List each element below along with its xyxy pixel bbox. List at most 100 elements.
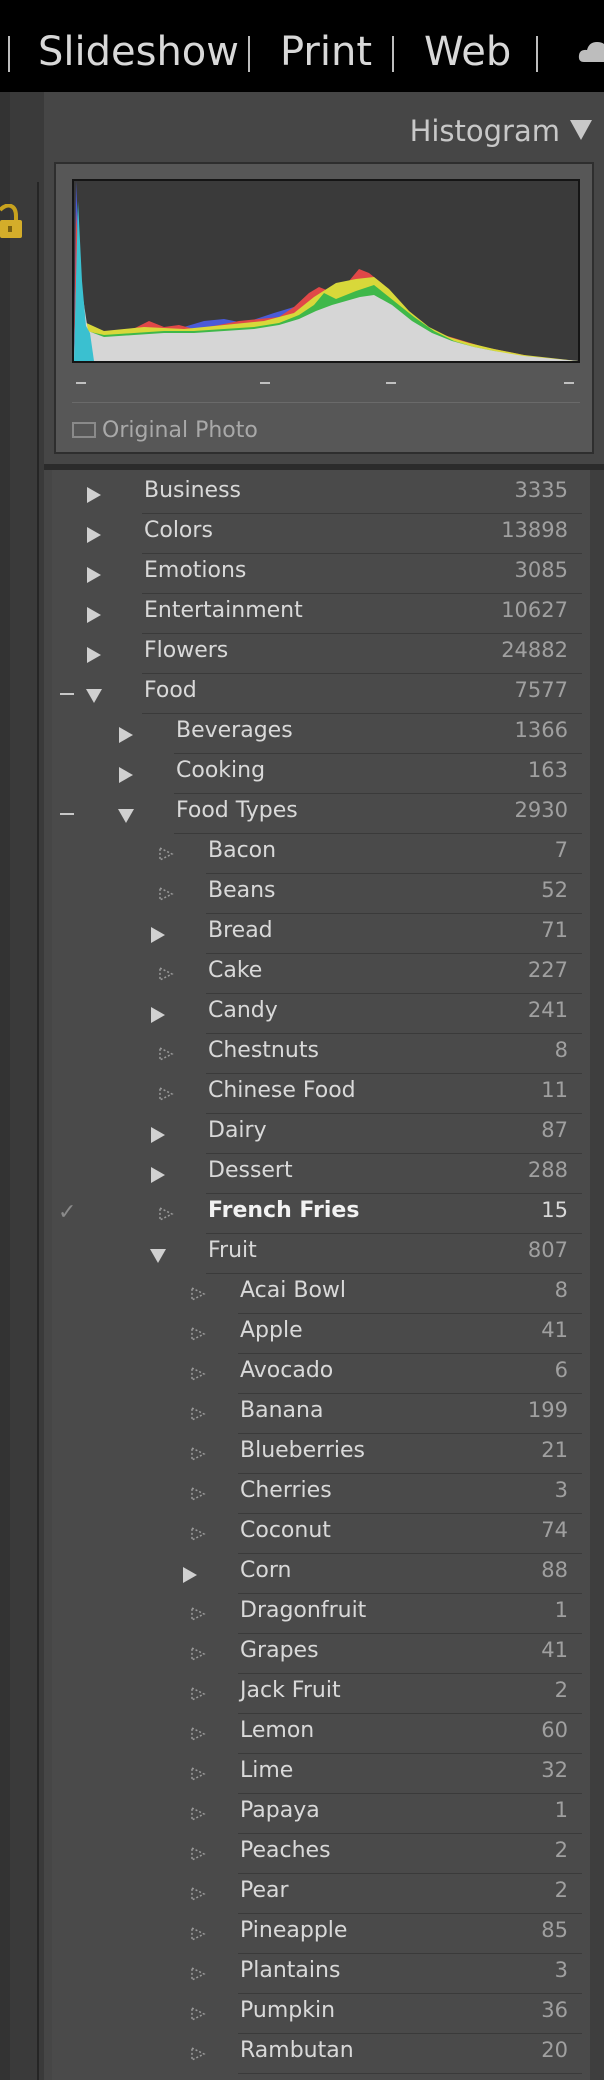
keyword-row[interactable]: Pumpkin 36 [52, 1994, 582, 2034]
module-web[interactable]: Web [424, 26, 511, 78]
disclosure-triangle-expanded-icon[interactable] [150, 1249, 166, 1263]
keyword-row[interactable]: Pear 2 [52, 1874, 582, 1914]
keyword-label: Corn [240, 1558, 292, 1583]
keyword-count: 60 [541, 1718, 568, 1742]
keyword-count: 7 [554, 838, 568, 862]
keyword-row[interactable]: Pineapple 85 [52, 1914, 582, 1954]
keyword-row[interactable]: Food 7577 [52, 674, 582, 714]
keyword-row[interactable]: Dragonfruit 1 [52, 1594, 582, 1634]
keyword-row[interactable]: Cake 227 [52, 954, 582, 994]
partial-selection-icon[interactable] [60, 693, 74, 695]
keyword-row[interactable]: Flowers 24882 [52, 634, 582, 674]
keyword-row[interactable]: Chinese Food 11 [52, 1074, 582, 1114]
keyword-row[interactable]: Rambutan 20 [52, 2034, 582, 2074]
disclosure-triangle-collapsed-icon[interactable] [151, 1127, 165, 1143]
disclosure-triangle-collapsed-icon[interactable] [119, 767, 133, 783]
disclosure-triangle-collapsed-icon[interactable] [151, 1007, 165, 1023]
keyword-row[interactable]: Cherries 3 [52, 1474, 582, 1514]
keyword-row[interactable]: Bread 71 [52, 914, 582, 954]
module-divider [392, 36, 394, 72]
original-photo-toggle[interactable]: Original Photo [72, 414, 258, 446]
partial-selection-icon[interactable] [60, 813, 74, 815]
keyword-count: 1 [554, 1598, 568, 1622]
disclosure-triangle-collapsed-icon[interactable] [87, 647, 101, 663]
disclosure-triangle-expanded-icon[interactable] [118, 809, 134, 823]
keyword-row[interactable]: Chestnuts 8 [52, 1034, 582, 1074]
keyword-row[interactable]: Corn 88 [52, 1554, 582, 1594]
keyword-row[interactable]: Bacon 7 [52, 834, 582, 874]
keyword-row[interactable]: Papaya 1 [52, 1794, 582, 1834]
disclosure-triangle-collapsed-icon[interactable] [87, 487, 101, 503]
original-photo-label: Original Photo [102, 417, 258, 443]
keyword-row[interactable]: Grapes 41 [52, 1634, 582, 1674]
leaf-triangle-icon [191, 1526, 206, 1542]
disclosure-triangle-collapsed-icon[interactable] [87, 607, 101, 623]
keyword-row[interactable]: Business 3335 [52, 474, 582, 514]
keyword-row[interactable]: Lemon 60 [52, 1714, 582, 1754]
leaf-triangle-icon [191, 1366, 206, 1382]
scrollbar-track[interactable] [590, 470, 604, 2080]
leaf-triangle-icon [191, 1966, 206, 1982]
disclosure-triangle-expanded-icon[interactable] [86, 689, 102, 703]
keyword-row[interactable]: Entertainment 10627 [52, 594, 582, 634]
leaf-triangle-icon [159, 846, 174, 862]
disclosure-triangle-collapsed-icon[interactable] [87, 527, 101, 543]
cloud-icon[interactable] [578, 40, 604, 64]
module-divider [248, 36, 250, 72]
leaf-triangle-icon [159, 886, 174, 902]
keyword-row[interactable]: Apple 41 [52, 1314, 582, 1354]
keyword-row[interactable]: Cooking 163 [52, 754, 582, 794]
keyword-row[interactable]: Jack Fruit 2 [52, 1674, 582, 1714]
histogram-title[interactable]: Histogram [410, 114, 560, 148]
disclosure-triangle-collapsed-icon[interactable] [87, 567, 101, 583]
keyword-count: 6 [554, 1358, 568, 1382]
keyword-row[interactable]: Acai Bowl 8 [52, 1274, 582, 1314]
keyword-row[interactable]: Candy 241 [52, 994, 582, 1034]
keyword-row[interactable]: Coconut 74 [52, 1514, 582, 1554]
keyword-row[interactable]: Peaches 2 [52, 1834, 582, 1874]
keyword-row[interactable]: Banana 199 [52, 1394, 582, 1434]
lock-icon[interactable] [0, 204, 22, 240]
row-divider [238, 2073, 582, 2074]
module-print[interactable]: Print [280, 26, 372, 78]
keyword-count: 199 [527, 1398, 568, 1422]
keyword-row[interactable]: Fruit 807 [52, 1234, 582, 1274]
keyword-row[interactable]: Avocado 6 [52, 1354, 582, 1394]
module-slideshow[interactable]: Slideshow [38, 26, 239, 78]
keyword-row[interactable]: Blueberries 21 [52, 1434, 582, 1474]
keyword-count: 163 [527, 758, 568, 782]
checkmark-icon[interactable]: ✓ [58, 1200, 76, 1225]
keyword-row[interactable]: ✓ French Fries 15 [52, 1194, 582, 1234]
original-photo-checkbox[interactable] [72, 422, 96, 438]
disclosure-triangle-collapsed-icon[interactable] [183, 1567, 197, 1583]
keyword-label: Cooking [176, 758, 266, 783]
keyword-row[interactable]: Beverages 1366 [52, 714, 582, 754]
keyword-label: Colors [144, 518, 213, 543]
keyword-row[interactable]: Colors 13898 [52, 514, 582, 554]
keyword-row[interactable]: Food Types 2930 [52, 794, 582, 834]
keyword-label: Beverages [176, 718, 293, 743]
module-divider [536, 36, 538, 72]
keyword-row[interactable]: Dairy 87 [52, 1114, 582, 1154]
collapse-triangle-icon[interactable] [570, 120, 592, 140]
keyword-row[interactable]: Dessert 288 [52, 1154, 582, 1194]
leaf-triangle-icon [191, 1806, 206, 1822]
module-divider [8, 36, 10, 72]
disclosure-triangle-collapsed-icon[interactable] [151, 927, 165, 943]
keyword-count: 85 [541, 1918, 568, 1942]
disclosure-triangle-collapsed-icon[interactable] [151, 1167, 165, 1183]
disclosure-triangle-collapsed-icon[interactable] [119, 727, 133, 743]
keyword-label: Fruit [208, 1238, 257, 1263]
keyword-count: 41 [541, 1638, 568, 1662]
leaf-triangle-icon [191, 1486, 206, 1502]
keyword-count: 24882 [501, 638, 568, 662]
keyword-row[interactable]: Beans 52 [52, 874, 582, 914]
keyword-count: 71 [541, 918, 568, 942]
keyword-label: Apple [240, 1318, 303, 1343]
keyword-row[interactable]: Plantains 3 [52, 1954, 582, 1994]
keyword-count: 8 [554, 1278, 568, 1302]
keyword-count: 11 [541, 1078, 568, 1102]
keyword-row[interactable]: Emotions 3085 [52, 554, 582, 594]
keyword-count: 288 [527, 1158, 568, 1182]
keyword-row[interactable]: Lime 32 [52, 1754, 582, 1794]
